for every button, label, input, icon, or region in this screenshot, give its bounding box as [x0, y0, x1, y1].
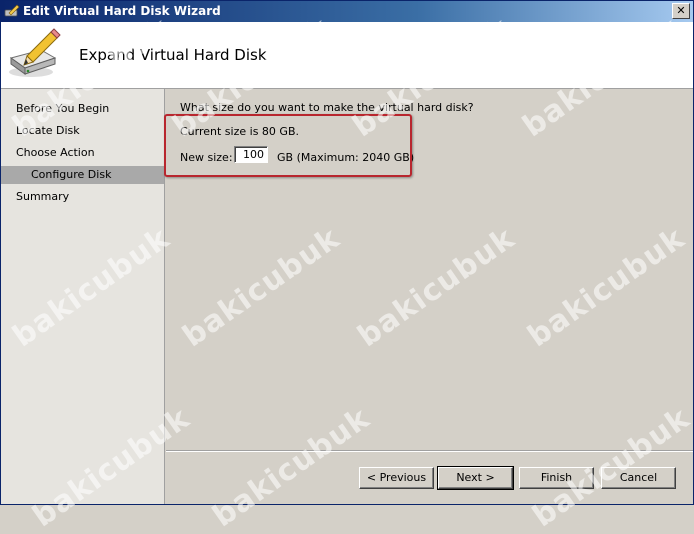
size-question: What size do you want to make the virtua…	[180, 101, 474, 114]
step-label: Summary	[16, 190, 70, 203]
window-title: Edit Virtual Hard Disk Wizard	[23, 4, 221, 18]
step-label: Configure Disk	[31, 168, 112, 181]
step-configure-disk[interactable]: Configure Disk	[1, 166, 164, 184]
wizard-steps-sidebar: Before You Begin Locate Disk Choose Acti…	[1, 89, 165, 504]
title-bar: Edit Virtual Hard Disk Wizard ✕	[1, 1, 693, 22]
wizard-app-icon	[4, 4, 20, 17]
previous-button[interactable]: < Previous	[359, 467, 434, 489]
size-unit-text: GB (Maximum: 2040 GB)	[277, 151, 415, 164]
step-choose-action[interactable]: Choose Action	[1, 144, 164, 162]
button-divider	[166, 450, 693, 452]
finish-button[interactable]: Finish	[519, 467, 594, 489]
current-size-text: Current size is 80 GB.	[180, 125, 299, 138]
step-locate-disk[interactable]: Locate Disk	[1, 122, 164, 140]
step-label: Locate Disk	[16, 124, 80, 137]
step-before-you-begin[interactable]: Before You Begin	[1, 100, 164, 118]
hard-disk-pencil-icon	[9, 28, 61, 77]
new-size-input[interactable]	[234, 146, 268, 163]
new-size-label: New size:	[180, 151, 233, 164]
cancel-button[interactable]: Cancel	[601, 467, 676, 489]
step-label: Before You Begin	[16, 102, 110, 115]
wizard-window: Edit Virtual Hard Disk Wizard ✕ Expand V…	[0, 0, 694, 505]
close-button[interactable]: ✕	[672, 3, 690, 19]
page-title: Expand Virtual Hard Disk	[79, 46, 267, 64]
next-button[interactable]: Next >	[437, 466, 514, 490]
wizard-content: What size do you want to make the virtua…	[166, 89, 693, 504]
step-label: Choose Action	[16, 146, 95, 159]
wizard-header: Expand Virtual Hard Disk	[1, 22, 693, 89]
step-summary[interactable]: Summary	[1, 188, 164, 206]
